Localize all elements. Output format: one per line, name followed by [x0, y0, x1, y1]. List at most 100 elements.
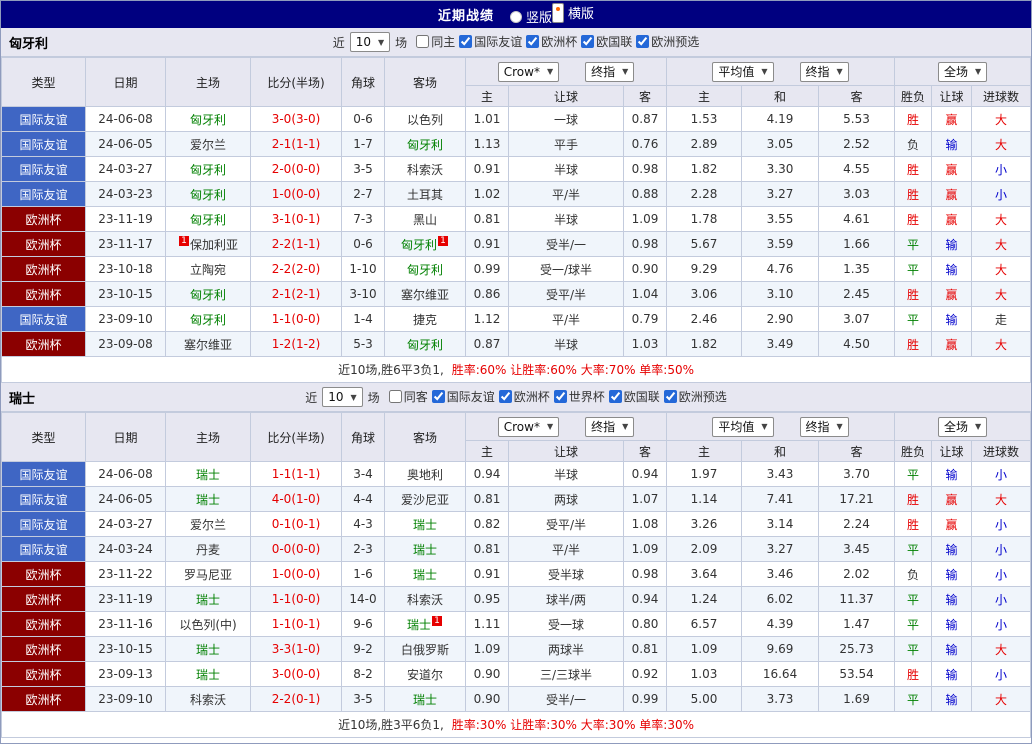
away-team-name[interactable]: 匈牙利 [407, 338, 443, 352]
checkbox-input[interactable] [388, 390, 402, 403]
away-team-name[interactable]: 瑞士 [413, 518, 437, 532]
final-odds-select[interactable]: 终指 ▼ [799, 416, 849, 437]
bookmaker-select[interactable]: Crow* ▼ [497, 416, 560, 437]
score-cell[interactable]: 1-2(1-2) [250, 331, 342, 357]
score-cell[interactable]: 2-2(2-0) [250, 256, 342, 282]
home-team-name[interactable]: 保加利亚 [190, 238, 238, 252]
score-cell[interactable]: 1-1(0-0) [250, 306, 342, 332]
away-team-name[interactable]: 匈牙利 [401, 238, 437, 252]
filter-checkbox[interactable]: 欧洲杯 [526, 33, 577, 50]
corner-cell: 3-4 [341, 461, 385, 487]
home-team-name[interactable]: 科索沃 [190, 693, 226, 707]
checkbox-input[interactable] [581, 35, 595, 48]
checkbox-input[interactable] [608, 390, 622, 403]
checkbox-input[interactable] [636, 35, 650, 48]
away-team-name[interactable]: 瑞士 [413, 543, 437, 557]
home-team-name[interactable]: 爱尔兰 [190, 138, 226, 152]
away-team-name[interactable]: 匈牙利 [407, 138, 443, 152]
home-team-name[interactable]: 爱尔兰 [190, 518, 226, 532]
away-team-name[interactable]: 科索沃 [407, 163, 443, 177]
home-team-name[interactable]: 瑞士 [196, 468, 220, 482]
filter-checkbox[interactable]: 国际友谊 [459, 33, 522, 50]
away-team-name[interactable]: 瑞士 [407, 618, 431, 632]
filter-checkbox[interactable]: 世界杯 [553, 388, 605, 405]
recent-count-select[interactable]: 10 ▼ [349, 32, 391, 52]
away-team-name[interactable]: 爱沙尼亚 [401, 493, 449, 507]
home-team-name[interactable]: 匈牙利 [190, 163, 226, 177]
score-cell[interactable]: 3-0(3-0) [250, 106, 342, 132]
away-team-name[interactable]: 黑山 [413, 213, 437, 227]
score-cell[interactable]: 3-3(1-0) [250, 636, 342, 662]
home-team-name[interactable]: 匈牙利 [190, 313, 226, 327]
home-team-name[interactable]: 丹麦 [196, 543, 220, 557]
filter-checkbox[interactable]: 欧洲预选 [636, 33, 699, 50]
score-cell[interactable]: 1-1(1-1) [250, 461, 342, 487]
away-team-name[interactable]: 奥地利 [407, 468, 443, 482]
away-team-name[interactable]: 瑞士 [413, 693, 437, 707]
home-team-name[interactable]: 匈牙利 [190, 213, 226, 227]
filter-checkbox[interactable]: 欧洲杯 [498, 388, 550, 405]
checkbox-input[interactable] [526, 35, 540, 48]
filter-checkbox[interactable]: 欧国联 [608, 388, 660, 405]
average-select[interactable]: 平均值 ▼ [712, 416, 774, 437]
away-team-name[interactable]: 匈牙利 [407, 263, 443, 277]
away-team-name[interactable]: 捷克 [413, 313, 437, 327]
home-team-name[interactable]: 罗马尼亚 [184, 568, 232, 582]
home-team-name[interactable]: 瑞士 [196, 493, 220, 507]
score-cell[interactable]: 1-0(0-0) [250, 181, 342, 207]
score-cell[interactable]: 2-0(0-0) [250, 156, 342, 182]
scope-select[interactable]: 全场 ▼ [937, 416, 988, 437]
layout-option[interactable]: 横版 [552, 2, 594, 23]
home-team-name[interactable]: 塞尔维亚 [184, 338, 232, 352]
score-cell[interactable]: 0-0(0-0) [250, 536, 342, 562]
away-team-name[interactable]: 塞尔维亚 [401, 288, 449, 302]
home-team-name[interactable]: 立陶宛 [190, 263, 226, 277]
checkbox-input[interactable] [498, 390, 512, 403]
checkbox-input[interactable] [431, 390, 445, 403]
filter-checkbox[interactable]: 欧国联 [581, 33, 632, 50]
filter-checkbox[interactable]: 国际友谊 [431, 388, 495, 405]
average-select[interactable]: 平均值 ▼ [712, 61, 774, 82]
home-team-name[interactable]: 以色列(中) [179, 618, 236, 632]
checkbox-input[interactable] [459, 35, 473, 48]
score-cell[interactable]: 3-0(0-0) [250, 661, 342, 687]
score-cell[interactable]: 0-1(0-1) [250, 511, 342, 537]
home-team-name[interactable]: 匈牙利 [190, 288, 226, 302]
away-team-name[interactable]: 土耳其 [407, 188, 443, 202]
away-team-name[interactable]: 以色列 [407, 113, 443, 127]
home-team-name[interactable]: 瑞士 [196, 643, 220, 657]
away-team-name[interactable]: 安道尔 [407, 668, 443, 682]
layout-option[interactable]: 竖版 [509, 7, 552, 26]
recent-count-select[interactable]: 10 ▼ [322, 387, 363, 407]
filter-checkbox[interactable]: 同客 [388, 388, 428, 405]
home-team-name[interactable]: 瑞士 [196, 593, 220, 607]
bookmaker-select[interactable]: Crow* ▼ [497, 61, 560, 82]
away-team-name[interactable]: 瑞士 [413, 568, 437, 582]
away-team-name[interactable]: 白俄罗斯 [401, 643, 449, 657]
checkbox-input[interactable] [553, 390, 567, 403]
score-cell[interactable]: 4-0(1-0) [250, 486, 342, 512]
checkbox-label: 国际友谊 [474, 35, 523, 49]
home-team-name[interactable]: 匈牙利 [190, 113, 226, 127]
checkbox-input[interactable] [416, 35, 430, 48]
score-cell[interactable]: 2-2(1-1) [250, 231, 342, 257]
home-team-name[interactable]: 匈牙利 [190, 188, 226, 202]
score-cell[interactable]: 2-1(1-1) [250, 131, 342, 157]
home-team-name[interactable]: 瑞士 [196, 668, 220, 682]
score-cell[interactable]: 1-1(0-0) [250, 586, 342, 612]
final-odds-select[interactable]: 终指 ▼ [799, 61, 849, 82]
score-cell[interactable]: 1-1(0-1) [250, 611, 342, 637]
score-cell[interactable]: 1-0(0-0) [250, 561, 342, 587]
score-cell[interactable]: 2-1(2-1) [250, 281, 342, 307]
team-title: 匈牙利 [9, 36, 49, 52]
score-cell[interactable]: 3-1(0-1) [250, 206, 342, 232]
score-cell[interactable]: 2-2(0-1) [250, 686, 342, 712]
filter-checkbox[interactable]: 同主 [416, 33, 455, 50]
handicap-result-cell: 赢 [931, 511, 973, 537]
final-odds-select[interactable]: 终指 ▼ [585, 416, 635, 437]
scope-select[interactable]: 全场 ▼ [937, 61, 988, 82]
away-team-name[interactable]: 科索沃 [407, 593, 443, 607]
checkbox-input[interactable] [663, 390, 677, 403]
final-odds-select[interactable]: 终指 ▼ [585, 61, 635, 82]
filter-checkbox[interactable]: 欧洲预选 [663, 388, 727, 405]
